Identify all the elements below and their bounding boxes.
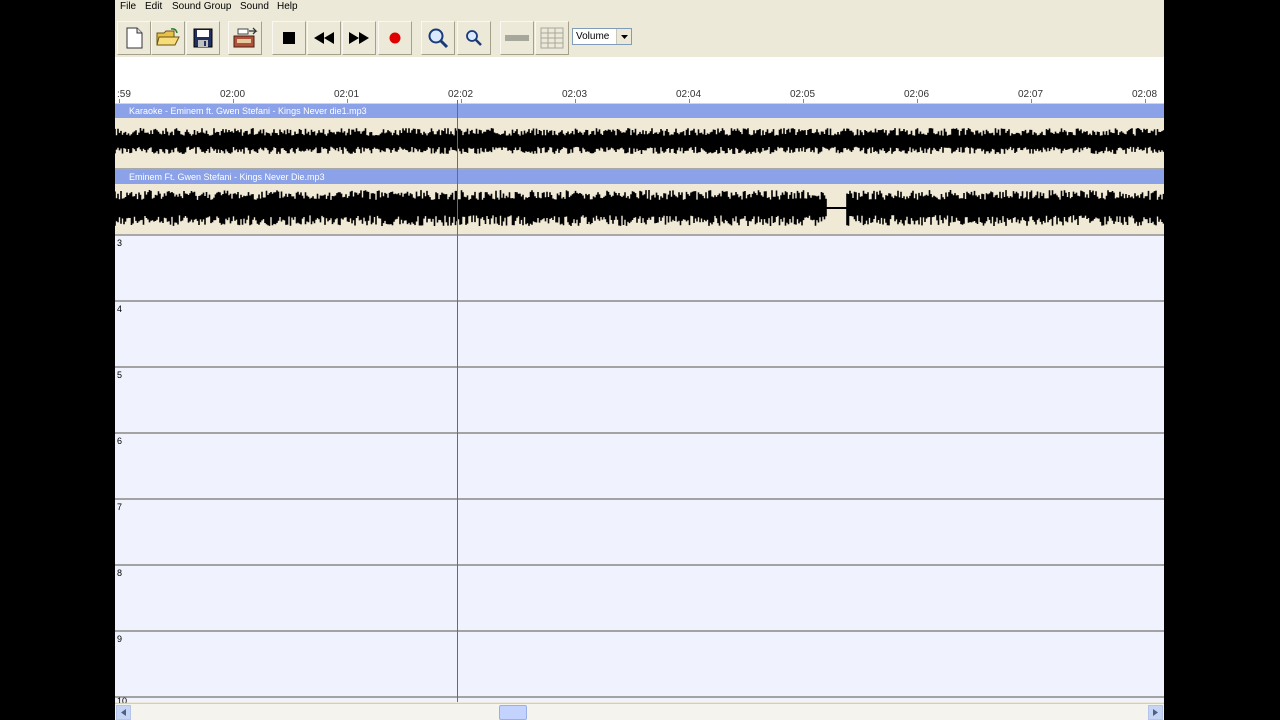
menu-bar: File Edit Sound Group Sound Help (115, 0, 1164, 16)
zoom-in-icon (428, 28, 449, 49)
scroll-thumb[interactable] (499, 705, 527, 720)
zoom-in-button[interactable] (421, 21, 455, 55)
grid-icon (540, 27, 564, 49)
ruler-tick (689, 99, 690, 103)
empty-track[interactable]: 8 (115, 566, 1164, 632)
track-number: 7 (117, 502, 123, 512)
track-title: Karaoke - Eminem ft. Gwen Stefani - King… (129, 106, 367, 116)
track-title: Eminem Ft. Gwen Stefani - Kings Never Di… (129, 172, 325, 182)
track-number: 6 (117, 436, 123, 446)
fast-forward-button[interactable] (342, 21, 376, 55)
audio-track-1[interactable]: Karaoke - Eminem ft. Gwen Stefani - King… (115, 104, 1164, 170)
floppy-disk-icon (193, 28, 213, 48)
export-button[interactable] (228, 21, 262, 55)
chevron-down-icon[interactable] (616, 29, 631, 44)
rewind-button[interactable] (307, 21, 341, 55)
ruler-tick (119, 99, 120, 103)
menu-sound-group[interactable]: Sound Group (172, 1, 232, 12)
save-button[interactable] (186, 21, 220, 55)
toolbar: Volume (115, 17, 1164, 57)
zoom-out-button[interactable] (457, 21, 491, 55)
waveform[interactable] (115, 184, 1164, 232)
ruler-tick (1031, 99, 1032, 103)
menu-edit[interactable]: Edit (145, 1, 162, 12)
track-number: 3 (117, 238, 123, 248)
track-number: 8 (117, 568, 123, 578)
playhead-cursor[interactable] (457, 100, 458, 702)
ruler-tick (461, 99, 462, 103)
empty-track[interactable]: 4 (115, 302, 1164, 368)
split-button[interactable] (500, 21, 534, 55)
bar-icon (505, 35, 529, 41)
menu-file[interactable]: File (120, 1, 136, 12)
track-number: 9 (117, 634, 123, 644)
empty-track[interactable]: 3 (115, 236, 1164, 302)
ruler-tick (803, 99, 804, 103)
volume-select-value: Volume (576, 31, 610, 42)
app-window: File Edit Sound Group Sound Help Volume … (115, 0, 1164, 720)
track-area[interactable]: Karaoke - Eminem ft. Gwen Stefani - King… (115, 104, 1164, 706)
track-number: 5 (117, 370, 123, 380)
empty-track[interactable]: 6 (115, 434, 1164, 500)
record-button[interactable] (378, 21, 412, 55)
ruler-tick (1145, 99, 1146, 103)
track-title-bar[interactable]: Karaoke - Eminem ft. Gwen Stefani - King… (115, 104, 1164, 118)
scroll-left-arrow-icon[interactable] (116, 705, 131, 720)
ruler-tick (575, 99, 576, 103)
new-file-button[interactable] (117, 21, 151, 55)
open-file-button[interactable] (151, 21, 185, 55)
zoom-out-icon (466, 30, 482, 46)
waveform[interactable] (115, 118, 1164, 166)
ruler-tick (233, 99, 234, 103)
track-number: 4 (117, 304, 123, 314)
empty-track[interactable]: 5 (115, 368, 1164, 434)
empty-track[interactable]: 10 (115, 696, 1164, 706)
stop-button[interactable] (272, 21, 306, 55)
rewind-icon (314, 32, 334, 44)
fast-forward-icon (349, 32, 369, 44)
record-icon (389, 32, 401, 44)
menu-sound[interactable]: Sound (240, 1, 269, 12)
export-icon (233, 27, 258, 48)
stop-icon (283, 32, 295, 44)
waveform-path (115, 128, 1164, 154)
new-document-icon (126, 27, 143, 49)
horizontal-scrollbar[interactable] (115, 703, 1164, 720)
ruler-tick (917, 99, 918, 103)
open-folder-icon (156, 28, 180, 46)
time-ruler[interactable]: :59 02:00 02:01 02:02 02:03 02:04 02:05 … (115, 57, 1164, 104)
volume-select[interactable]: Volume (572, 28, 632, 45)
empty-track[interactable]: 7 (115, 500, 1164, 566)
menu-help[interactable]: Help (277, 1, 298, 12)
grid-button[interactable] (535, 21, 569, 55)
scroll-right-arrow-icon[interactable] (1148, 705, 1163, 720)
audio-track-2[interactable]: Eminem Ft. Gwen Stefani - Kings Never Di… (115, 170, 1164, 236)
empty-track[interactable]: 9 (115, 632, 1164, 698)
track-title-bar[interactable]: Eminem Ft. Gwen Stefani - Kings Never Di… (115, 170, 1164, 184)
ruler-tick (347, 99, 348, 103)
